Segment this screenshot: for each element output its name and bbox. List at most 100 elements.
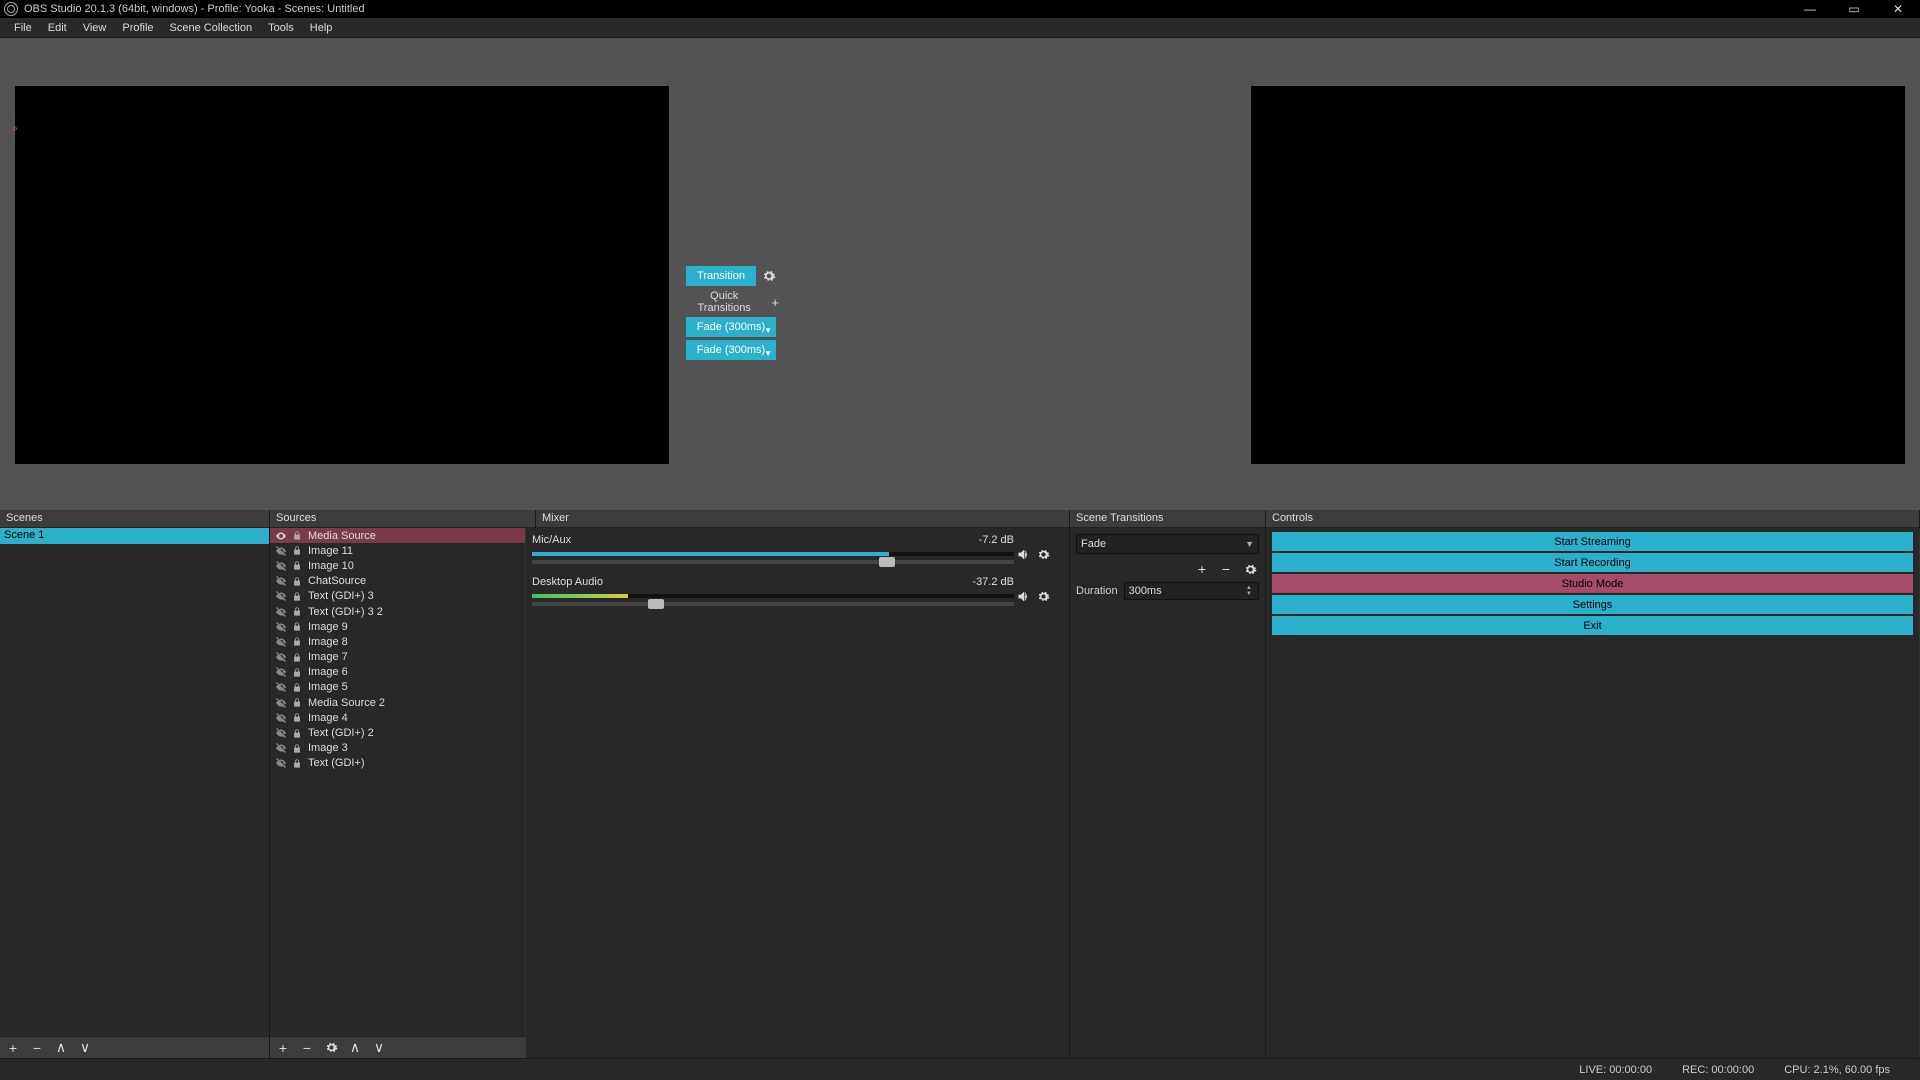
control-studio-mode-button[interactable]: Studio Mode — [1272, 574, 1913, 593]
control-start-recording-button[interactable]: Start Recording — [1272, 553, 1913, 572]
lock-icon[interactable] — [292, 758, 304, 769]
lock-icon[interactable] — [292, 728, 304, 739]
control-exit-button[interactable]: Exit — [1272, 616, 1913, 635]
transition-gear-icon[interactable] — [1243, 562, 1257, 576]
channel-gear-icon[interactable] — [1035, 546, 1051, 562]
source-down-icon[interactable]: ∨ — [372, 1041, 386, 1055]
lock-icon[interactable] — [292, 743, 304, 754]
scene-add-icon[interactable]: + — [6, 1041, 20, 1055]
lock-icon[interactable] — [292, 712, 304, 723]
visibility-icon[interactable] — [274, 606, 288, 618]
visibility-icon[interactable] — [274, 697, 288, 709]
volume-slider[interactable] — [532, 560, 1014, 564]
spin-arrows-icon[interactable]: ▲▼ — [1246, 583, 1256, 599]
source-item[interactable]: Image 9 — [270, 619, 525, 634]
scene-down-icon[interactable]: ∨ — [78, 1041, 92, 1055]
lock-icon[interactable] — [292, 545, 304, 556]
minimize-button[interactable]: — — [1788, 0, 1832, 18]
scenes-list[interactable]: Scene 1 — [0, 528, 269, 1036]
control-start-streaming-button[interactable]: Start Streaming — [1272, 532, 1913, 551]
transition-remove-icon[interactable]: − — [1219, 562, 1233, 576]
menu-edit[interactable]: Edit — [40, 20, 75, 36]
visibility-icon[interactable] — [274, 666, 288, 678]
scene-item[interactable]: Scene 1 — [0, 528, 269, 544]
visibility-icon[interactable] — [274, 575, 288, 587]
source-item[interactable]: Image 10 — [270, 558, 525, 573]
visibility-icon[interactable] — [274, 681, 288, 693]
visibility-icon[interactable] — [274, 560, 288, 572]
source-item[interactable]: Text (GDI+) — [270, 756, 525, 771]
visibility-icon[interactable] — [274, 590, 288, 602]
menu-scene-collection[interactable]: Scene Collection — [162, 20, 261, 36]
quick-transition-item[interactable]: Fade (300ms)▼ — [686, 340, 776, 360]
menu-profile[interactable]: Profile — [114, 20, 161, 36]
source-item[interactable]: Media Source — [270, 528, 525, 543]
source-item[interactable]: Text (GDI+) 2 — [270, 725, 525, 740]
lock-icon[interactable] — [292, 697, 304, 708]
visibility-icon[interactable] — [274, 712, 288, 724]
quick-transition-item[interactable]: Fade (300ms)▼ — [686, 317, 776, 337]
source-item[interactable]: Text (GDI+) 3 — [270, 589, 525, 604]
menu-file[interactable]: File — [6, 20, 40, 36]
lock-icon[interactable] — [292, 652, 304, 663]
scene-remove-icon[interactable]: − — [30, 1041, 44, 1055]
transition-select[interactable]: Fade ▼ — [1076, 534, 1259, 554]
lock-icon[interactable] — [292, 621, 304, 632]
control-settings-button[interactable]: Settings — [1272, 595, 1913, 614]
maximize-button[interactable]: ▭ — [1832, 0, 1876, 18]
preview-left[interactable] — [8, 38, 676, 510]
transition-button[interactable]: Transition — [686, 266, 756, 286]
visibility-icon[interactable] — [274, 636, 288, 648]
lock-icon[interactable] — [292, 682, 304, 693]
source-gear-icon[interactable] — [324, 1041, 338, 1055]
lock-icon[interactable] — [292, 606, 304, 617]
lock-icon[interactable] — [292, 636, 304, 647]
source-item[interactable]: ChatSource — [270, 574, 525, 589]
sources-list[interactable]: Media SourceImage 11Image 10ChatSourceTe… — [270, 528, 535, 1036]
source-item[interactable]: Image 4 — [270, 710, 525, 725]
channel-gear-icon[interactable] — [1035, 588, 1051, 604]
menu-view[interactable]: View — [75, 20, 115, 36]
menu-tools[interactable]: Tools — [260, 20, 302, 36]
source-item[interactable]: Image 6 — [270, 665, 525, 680]
volume-slider[interactable] — [532, 602, 1014, 606]
lock-icon[interactable] — [292, 667, 304, 678]
mixer-body: Mic/Aux-7.2 dBDesktop Audio-37.2 dB — [526, 528, 1059, 1058]
source-item[interactable]: Image 11 — [270, 543, 525, 558]
menu-help[interactable]: Help — [302, 20, 341, 36]
mixer-header: Mixer — [536, 510, 1069, 528]
preview-right[interactable] — [1244, 38, 1912, 510]
source-item[interactable]: Image 7 — [270, 650, 525, 665]
source-item[interactable]: Media Source 2 — [270, 695, 525, 710]
source-remove-icon[interactable]: − — [300, 1041, 314, 1055]
source-name: Image 10 — [308, 560, 354, 572]
visibility-icon[interactable] — [274, 757, 288, 769]
source-item[interactable]: Image 8 — [270, 634, 525, 649]
source-up-icon[interactable]: ∧ — [348, 1041, 362, 1055]
source-name: Text (GDI+) — [308, 757, 365, 769]
lock-icon[interactable] — [292, 591, 304, 602]
source-item[interactable]: Image 5 — [270, 680, 525, 695]
close-button[interactable]: ✕ — [1876, 0, 1920, 18]
add-quick-transition-icon[interactable]: + — [771, 295, 779, 310]
source-item[interactable]: Text (GDI+) 3 2 — [270, 604, 525, 619]
speaker-icon[interactable] — [1015, 588, 1031, 604]
visibility-icon[interactable] — [274, 727, 288, 739]
lock-icon[interactable] — [292, 576, 304, 587]
source-item[interactable]: Image 3 — [270, 741, 525, 756]
scene-up-icon[interactable]: ∧ — [54, 1041, 68, 1055]
speaker-icon[interactable] — [1015, 546, 1031, 562]
lock-icon[interactable] — [292, 530, 304, 541]
controls-panel: Controls Start StreamingStart RecordingS… — [1266, 510, 1920, 1058]
source-add-icon[interactable]: + — [276, 1041, 290, 1055]
visibility-icon[interactable] — [274, 545, 288, 557]
app-icon — [4, 2, 18, 16]
duration-spinbox[interactable]: 300ms ▲▼ — [1124, 582, 1259, 600]
visibility-icon[interactable] — [274, 530, 288, 542]
visibility-icon[interactable] — [274, 742, 288, 754]
lock-icon[interactable] — [292, 560, 304, 571]
visibility-icon[interactable] — [274, 621, 288, 633]
visibility-icon[interactable] — [274, 651, 288, 663]
transition-gear-icon[interactable] — [762, 269, 776, 283]
transition-add-icon[interactable]: + — [1195, 562, 1209, 576]
